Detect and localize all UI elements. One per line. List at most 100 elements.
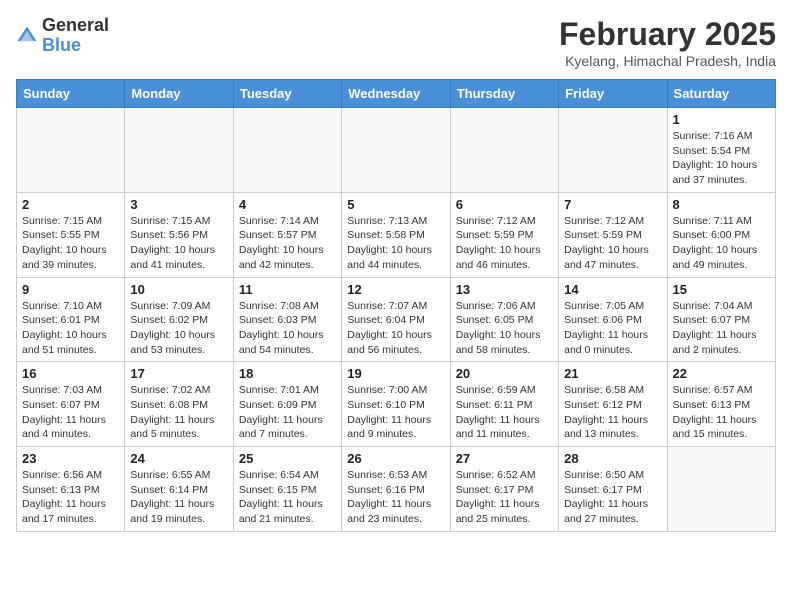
day-number: 11 (239, 282, 336, 297)
page-header: General Blue February 2025 Kyelang, Hima… (16, 16, 776, 69)
calendar-cell: 4Sunrise: 7:14 AM Sunset: 5:57 PM Daylig… (233, 192, 341, 277)
day-number: 24 (130, 451, 227, 466)
calendar-cell: 15Sunrise: 7:04 AM Sunset: 6:07 PM Dayli… (667, 277, 775, 362)
day-info: Sunrise: 6:56 AM Sunset: 6:13 PM Dayligh… (22, 468, 119, 527)
calendar-header-row: SundayMondayTuesdayWednesdayThursdayFrid… (17, 80, 776, 108)
day-info: Sunrise: 7:11 AM Sunset: 6:00 PM Dayligh… (673, 214, 770, 273)
calendar-cell: 12Sunrise: 7:07 AM Sunset: 6:04 PM Dayli… (342, 277, 450, 362)
day-number: 7 (564, 197, 661, 212)
calendar-cell: 22Sunrise: 6:57 AM Sunset: 6:13 PM Dayli… (667, 362, 775, 447)
day-number: 20 (456, 366, 553, 381)
calendar-cell: 13 Sunrise: 7:06 AM Sunset: 6:05 PM Dayli… (450, 277, 558, 362)
weekday-header-saturday: Saturday (667, 80, 775, 108)
day-info: Sunrise: 6:58 AM Sunset: 6:12 PM Dayligh… (564, 383, 661, 442)
calendar-week-4: 16 Sunrise: 7:03 AM Sunset: 6:07 PM Dayli… (17, 362, 776, 447)
day-info: Sunrise: 7:01 AM Sunset: 6:09 PM Dayligh… (239, 383, 336, 442)
calendar-cell: 20 Sunrise: 6:59 AM Sunset: 6:11 PM Dayli… (450, 362, 558, 447)
calendar-table: SundayMondayTuesdayWednesdayThursdayFrid… (16, 79, 776, 532)
day-info: Sunrise: 7:00 AM Sunset: 6:10 PM Dayligh… (347, 383, 444, 442)
weekday-header-thursday: Thursday (450, 80, 558, 108)
day-number: 9 (22, 282, 119, 297)
weekday-header-tuesday: Tuesday (233, 80, 341, 108)
calendar-cell: 11 Sunrise: 7:08 AM Sunset: 6:03 PM Dayli… (233, 277, 341, 362)
day-number: 23 (22, 451, 119, 466)
calendar-cell (342, 108, 450, 193)
calendar-cell: 14 Sunrise: 7:05 AM Sunset: 6:06 PM Dayli… (559, 277, 667, 362)
day-number: 14 (564, 282, 661, 297)
day-info: Sunrise: 6:59 AM Sunset: 6:11 PM Dayligh… (456, 383, 553, 442)
day-number: 12 (347, 282, 444, 297)
calendar-cell (450, 108, 558, 193)
calendar-cell (667, 447, 775, 532)
day-info: Sunrise: 7:12 AM Sunset: 5:59 PM Dayligh… (456, 214, 553, 273)
day-info: Sunrise: 6:54 AM Sunset: 6:15 PM Dayligh… (239, 468, 336, 527)
day-number: 18 (239, 366, 336, 381)
day-info: Sunrise: 7:09 AM Sunset: 6:02 PM Dayligh… (130, 299, 227, 358)
calendar-cell: 6 Sunrise: 7:12 AM Sunset: 5:59 PM Daylig… (450, 192, 558, 277)
day-info: Sunrise: 7:15 AM Sunset: 5:55 PM Dayligh… (22, 214, 119, 273)
day-info: Sunrise: 7:08 AM Sunset: 6:03 PM Dayligh… (239, 299, 336, 358)
day-number: 2 (22, 197, 119, 212)
day-info: Sunrise: 6:55 AM Sunset: 6:14 PM Dayligh… (130, 468, 227, 527)
day-info: Sunrise: 7:12 AM Sunset: 5:59 PM Dayligh… (564, 214, 661, 273)
day-number: 28 (564, 451, 661, 466)
calendar-cell (17, 108, 125, 193)
day-number: 10 (130, 282, 227, 297)
day-info: Sunrise: 7:10 AM Sunset: 6:01 PM Dayligh… (22, 299, 119, 358)
calendar-cell: 28 Sunrise: 6:50 AM Sunset: 6:17 PM Dayli… (559, 447, 667, 532)
day-info: Sunrise: 7:04 AM Sunset: 6:07 PM Dayligh… (673, 299, 770, 358)
calendar-cell: 17 Sunrise: 7:02 AM Sunset: 6:08 PM Dayli… (125, 362, 233, 447)
day-info: Sunrise: 6:53 AM Sunset: 6:16 PM Dayligh… (347, 468, 444, 527)
calendar-week-3: 9 Sunrise: 7:10 AM Sunset: 6:01 PM Daylig… (17, 277, 776, 362)
day-info: Sunrise: 7:03 AM Sunset: 6:07 PM Dayligh… (22, 383, 119, 442)
day-number: 5 (347, 197, 444, 212)
day-number: 13 (456, 282, 553, 297)
logo-blue-text: Blue (42, 36, 109, 56)
day-number: 22 (673, 366, 770, 381)
day-info: Sunrise: 7:16 AM Sunset: 5:54 PM Dayligh… (673, 129, 770, 188)
calendar-cell: 27Sunrise: 6:52 AM Sunset: 6:17 PM Dayli… (450, 447, 558, 532)
day-number: 6 (456, 197, 553, 212)
calendar-cell: 21 Sunrise: 6:58 AM Sunset: 6:12 PM Dayli… (559, 362, 667, 447)
calendar-cell: 2 Sunrise: 7:15 AM Sunset: 5:55 PM Daylig… (17, 192, 125, 277)
day-number: 19 (347, 366, 444, 381)
calendar-cell: 7 Sunrise: 7:12 AM Sunset: 5:59 PM Daylig… (559, 192, 667, 277)
day-number: 21 (564, 366, 661, 381)
logo-icon (16, 25, 38, 47)
day-info: Sunrise: 6:50 AM Sunset: 6:17 PM Dayligh… (564, 468, 661, 527)
calendar-cell: 3 Sunrise: 7:15 AM Sunset: 5:56 PM Daylig… (125, 192, 233, 277)
location: Kyelang, Himachal Pradesh, India (559, 53, 776, 69)
day-info: Sunrise: 7:05 AM Sunset: 6:06 PM Dayligh… (564, 299, 661, 358)
calendar-week-5: 23 Sunrise: 6:56 AM Sunset: 6:13 PM Dayli… (17, 447, 776, 532)
day-info: Sunrise: 7:15 AM Sunset: 5:56 PM Dayligh… (130, 214, 227, 273)
calendar-week-1: 1Sunrise: 7:16 AM Sunset: 5:54 PM Daylig… (17, 108, 776, 193)
calendar-cell (559, 108, 667, 193)
calendar-cell (233, 108, 341, 193)
day-number: 27 (456, 451, 553, 466)
calendar-cell: 23 Sunrise: 6:56 AM Sunset: 6:13 PM Dayli… (17, 447, 125, 532)
calendar-cell: 19 Sunrise: 7:00 AM Sunset: 6:10 PM Dayli… (342, 362, 450, 447)
calendar-cell: 8 Sunrise: 7:11 AM Sunset: 6:00 PM Daylig… (667, 192, 775, 277)
day-number: 16 (22, 366, 119, 381)
calendar-cell: 24 Sunrise: 6:55 AM Sunset: 6:14 PM Dayli… (125, 447, 233, 532)
day-info: Sunrise: 7:02 AM Sunset: 6:08 PM Dayligh… (130, 383, 227, 442)
day-number: 17 (130, 366, 227, 381)
calendar-cell: 25Sunrise: 6:54 AM Sunset: 6:15 PM Dayli… (233, 447, 341, 532)
calendar-cell: 18 Sunrise: 7:01 AM Sunset: 6:09 PM Dayli… (233, 362, 341, 447)
day-number: 8 (673, 197, 770, 212)
weekday-header-friday: Friday (559, 80, 667, 108)
month-year: February 2025 (559, 16, 776, 53)
logo: General Blue (16, 16, 109, 56)
calendar-cell: 16 Sunrise: 7:03 AM Sunset: 6:07 PM Dayli… (17, 362, 125, 447)
day-number: 4 (239, 197, 336, 212)
calendar-cell: 26Sunrise: 6:53 AM Sunset: 6:16 PM Dayli… (342, 447, 450, 532)
day-number: 3 (130, 197, 227, 212)
calendar-week-2: 2 Sunrise: 7:15 AM Sunset: 5:55 PM Daylig… (17, 192, 776, 277)
calendar-cell: 5 Sunrise: 7:13 AM Sunset: 5:58 PM Daylig… (342, 192, 450, 277)
day-info: Sunrise: 7:06 AM Sunset: 6:05 PM Dayligh… (456, 299, 553, 358)
weekday-header-sunday: Sunday (17, 80, 125, 108)
day-info: Sunrise: 7:13 AM Sunset: 5:58 PM Dayligh… (347, 214, 444, 273)
weekday-header-monday: Monday (125, 80, 233, 108)
calendar-cell: 1Sunrise: 7:16 AM Sunset: 5:54 PM Daylig… (667, 108, 775, 193)
weekday-header-wednesday: Wednesday (342, 80, 450, 108)
